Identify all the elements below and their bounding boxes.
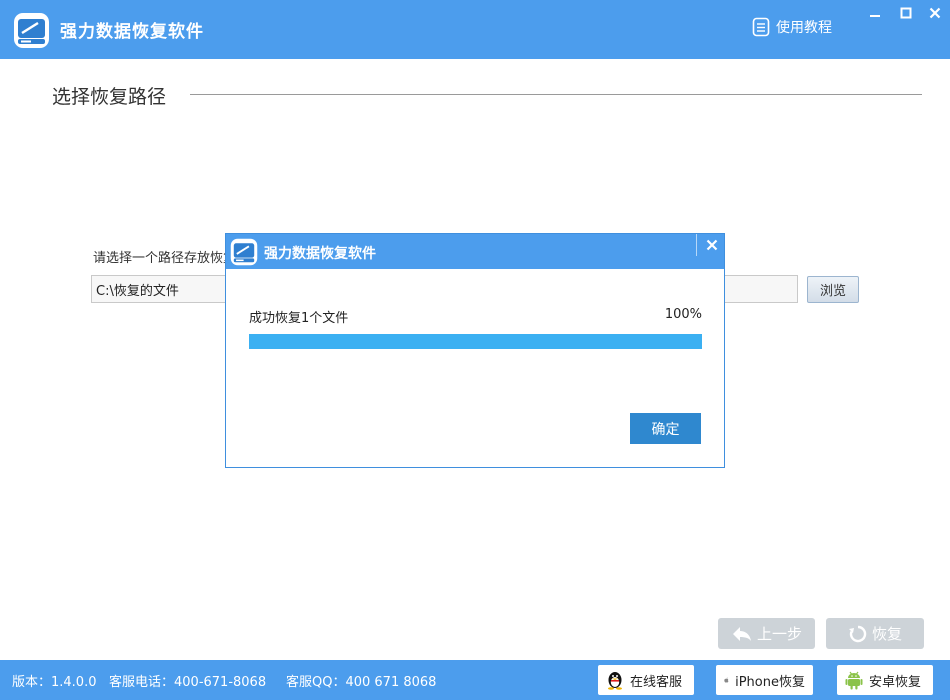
recover-button[interactable]: 恢复	[826, 618, 924, 649]
recovery-complete-dialog: 强力数据恢复软件 成功恢复1个文件 100% 确定	[225, 233, 725, 468]
close-icon	[929, 7, 941, 19]
version-text: 版本：1.4.0.0	[12, 675, 97, 690]
recovery-message: 成功恢复1个文件	[249, 311, 349, 326]
iphone-recover-button[interactable]: iPhone恢复	[716, 665, 813, 695]
tutorial-link[interactable]: 使用教程	[752, 16, 832, 38]
qq-text: 客服QQ：400 671 8068	[286, 675, 437, 690]
progress-bar	[249, 334, 702, 349]
ok-button[interactable]: 确定	[630, 413, 701, 444]
section-title: 选择恢复路径	[52, 86, 167, 108]
iphone-recover-label: iPhone恢复	[735, 674, 805, 690]
online-service-label: 在线客服	[630, 674, 683, 690]
dialog-title-bar: 强力数据恢复软件	[226, 234, 724, 269]
status-bar: 版本：1.4.0.0 客服电话：400-671-8068 客服QQ：400 67…	[0, 660, 950, 700]
minimize-icon	[870, 15, 880, 17]
document-icon	[752, 17, 770, 37]
browse-button[interactable]: 浏览	[807, 276, 859, 303]
prev-step-button[interactable]: 上一步	[718, 618, 815, 649]
back-arrow-icon	[732, 626, 751, 641]
android-recover-label: 安卓恢复	[869, 674, 922, 690]
title-bar: 强力数据恢复软件 使用教程	[0, 0, 950, 59]
app-title: 强力数据恢复软件	[60, 22, 204, 42]
tutorial-label: 使用教程	[776, 20, 832, 36]
recover-label: 恢复	[871, 625, 902, 643]
hard-drive-icon	[230, 238, 258, 266]
section-divider	[190, 94, 922, 95]
prev-step-label: 上一步	[756, 625, 802, 643]
progress-fill	[249, 334, 702, 349]
refresh-icon	[848, 625, 867, 642]
dialog-title: 强力数据恢复软件	[264, 246, 376, 262]
apple-icon	[724, 677, 729, 683]
minimize-button[interactable]	[862, 2, 888, 24]
qq-penguin-icon	[608, 672, 622, 690]
dialog-close-button[interactable]	[700, 234, 724, 256]
hard-drive-icon	[14, 13, 49, 48]
android-recover-button[interactable]: 安卓恢复	[837, 665, 933, 695]
dialog-title-divider	[696, 234, 697, 256]
phone-text: 客服电话：400-671-8068	[109, 675, 267, 690]
close-button[interactable]	[922, 2, 948, 24]
close-icon	[706, 239, 718, 251]
progress-percent: 100%	[664, 307, 702, 322]
maximize-icon	[900, 7, 912, 19]
android-icon	[845, 671, 863, 690]
maximize-button[interactable]	[893, 2, 919, 24]
online-service-button[interactable]: 在线客服	[598, 665, 694, 695]
